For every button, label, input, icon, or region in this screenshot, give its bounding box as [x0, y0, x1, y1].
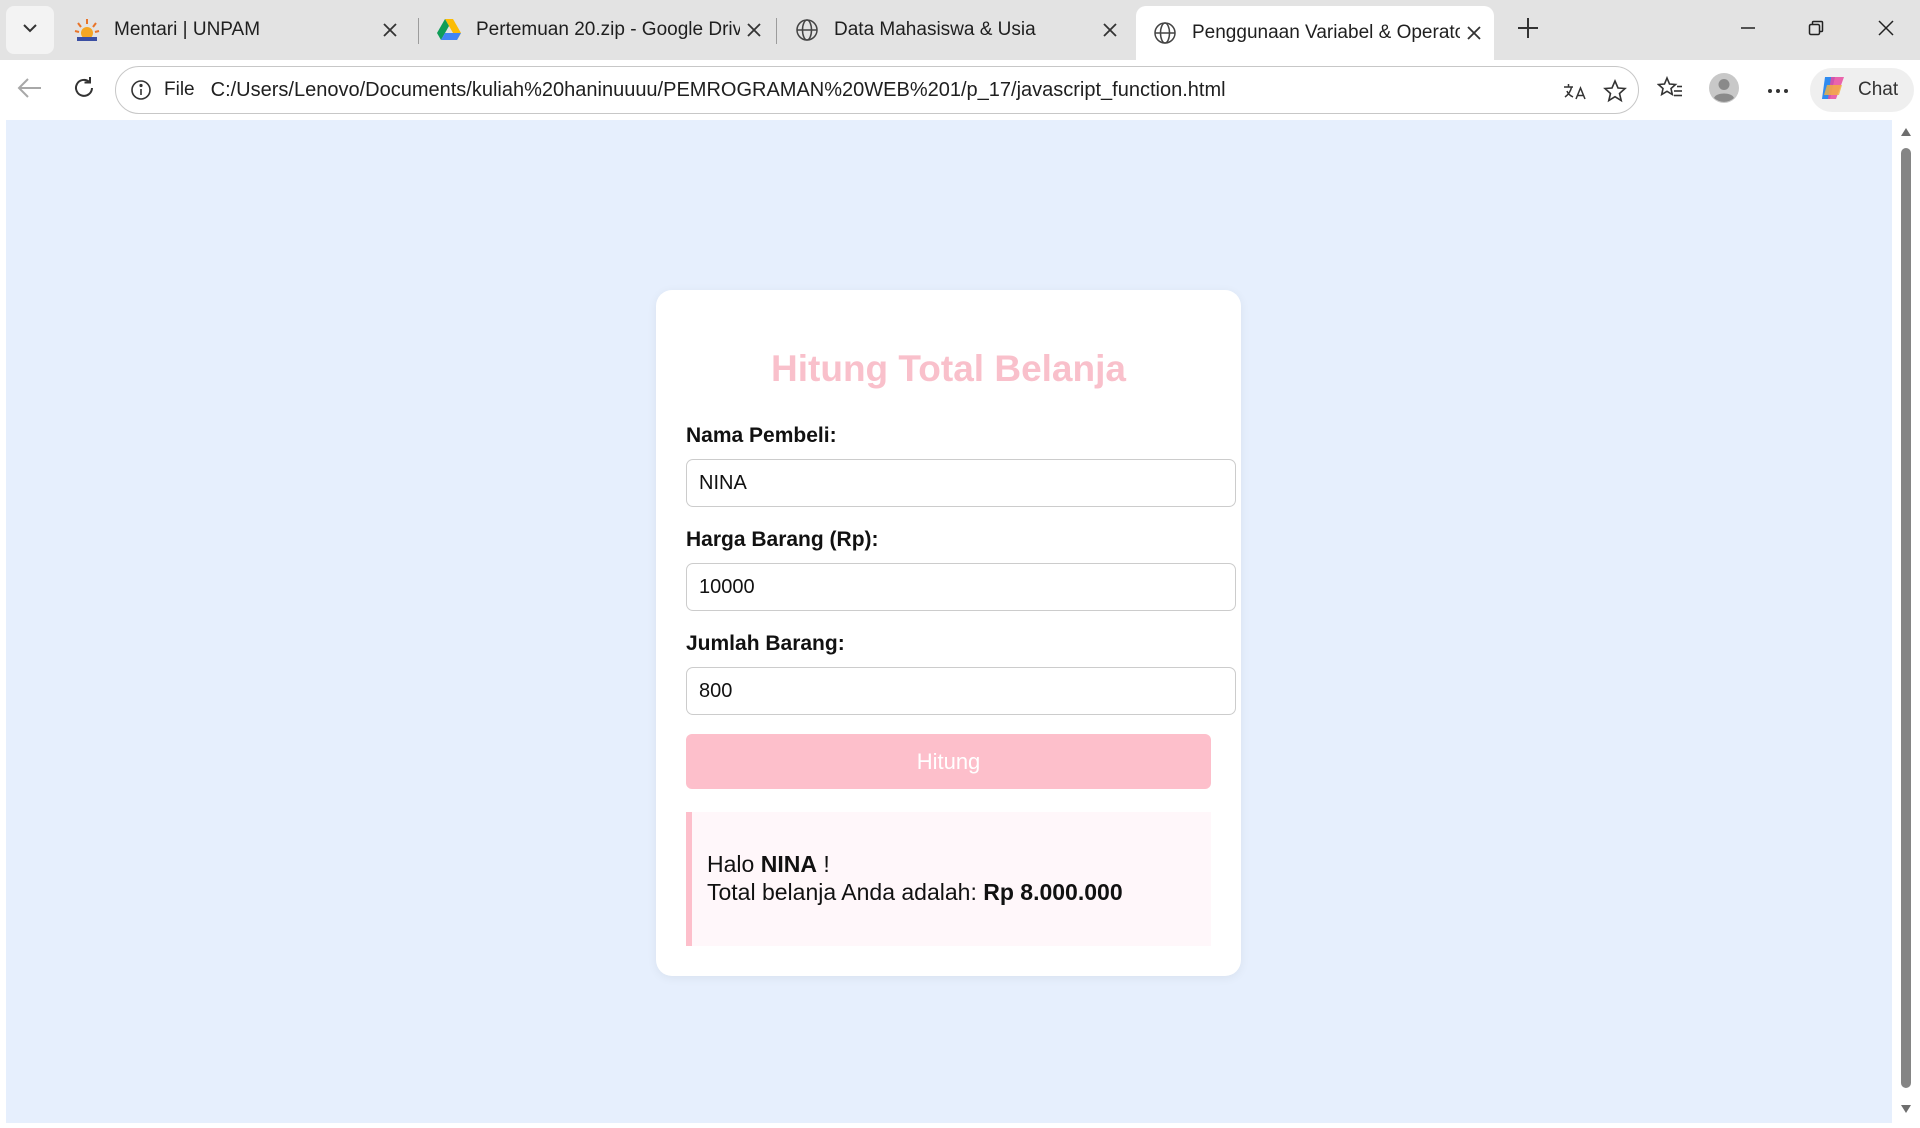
profile-button[interactable]: [1704, 70, 1744, 110]
globe-icon: [794, 17, 820, 43]
new-tab-button[interactable]: [1508, 10, 1548, 50]
calculator-card: Hitung Total Belanja Nama Pembeli: Harga…: [656, 290, 1241, 976]
tab-separator: [776, 18, 777, 44]
more-options-button[interactable]: [1758, 70, 1798, 110]
translate-icon[interactable]: [1560, 76, 1590, 106]
scrollbar-thumb[interactable]: [1901, 148, 1911, 1088]
avatar-icon: [1708, 72, 1740, 109]
scroll-down-arrow-icon[interactable]: [1900, 1103, 1912, 1115]
item-quantity-label: Jumlah Barang:: [686, 632, 845, 655]
plus-icon: [1517, 17, 1539, 44]
greeting-prefix: Halo: [707, 851, 755, 877]
google-drive-icon: [436, 17, 462, 43]
tab-title: Pertemuan 20.zip - Google Drive: [476, 19, 740, 40]
item-price-label: Harga Barang (Rp):: [686, 528, 879, 551]
tab-title: Penggunaan Variabel & Operator J: [1192, 22, 1460, 43]
buyer-name-label: Nama Pembeli:: [686, 424, 837, 447]
tab-data-mahasiswa[interactable]: Data Mahasiswa & Usia: [778, 6, 1130, 54]
buyer-name-result: NINA: [760, 851, 817, 877]
back-button[interactable]: [10, 70, 50, 110]
total-value: Rp 8.000.000: [983, 879, 1123, 905]
favorites-icon: [1656, 75, 1683, 105]
tab-google-drive[interactable]: Pertemuan 20.zip - Google Drive: [420, 6, 774, 54]
result-box: Halo NINA ! Total belanja Anda adalah: R…: [686, 812, 1211, 946]
tab-strip: Mentari | UNPAM Pertemuan 20.zip - Googl…: [0, 0, 1920, 60]
browser-toolbar: File C:/Users/Lenovo/Documents/kuliah%20…: [0, 60, 1920, 120]
chat-label: Chat: [1858, 79, 1899, 100]
copilot-chat-button[interactable]: Chat: [1810, 68, 1914, 112]
minimize-icon: [1740, 20, 1756, 41]
arrow-left-icon: [17, 77, 43, 104]
greeting-suffix: !: [816, 851, 830, 877]
item-quantity-input[interactable]: [686, 667, 1236, 715]
scroll-up-arrow-icon[interactable]: [1900, 126, 1912, 138]
tab-title: Data Mahasiswa & Usia: [834, 19, 1036, 40]
tab-actions-menu-button[interactable]: [6, 6, 54, 54]
tab-mentari-unpam[interactable]: Mentari | UNPAM: [58, 6, 410, 54]
reload-icon: [72, 76, 96, 105]
tab-penggunaan-variabel[interactable]: Penggunaan Variabel & Operator J: [1136, 6, 1494, 60]
calculate-button[interactable]: Hitung: [686, 734, 1211, 789]
item-price-input[interactable]: [686, 563, 1236, 611]
star-icon[interactable]: [1600, 76, 1630, 106]
page-title: Hitung Total Belanja: [771, 348, 1126, 389]
reload-button[interactable]: [64, 70, 104, 110]
restore-button[interactable]: [1792, 6, 1840, 54]
close-icon: [1878, 19, 1894, 41]
tab-separator: [418, 18, 419, 44]
tab-title: Mentari | UNPAM: [114, 19, 261, 40]
minimize-button[interactable]: [1724, 6, 1772, 54]
close-icon[interactable]: [740, 16, 768, 44]
chevron-down-icon: [20, 18, 40, 43]
close-icon[interactable]: [376, 16, 404, 44]
close-icon[interactable]: [1096, 16, 1124, 44]
restore-icon: [1808, 20, 1824, 41]
url-text[interactable]: C:/Users/Lenovo/Documents/kuliah%20hanin…: [211, 79, 1226, 102]
more-dots-icon: [1767, 81, 1789, 99]
copilot-icon: [1818, 73, 1848, 108]
vertical-scrollbar[interactable]: [1892, 120, 1920, 1123]
favorites-button[interactable]: [1650, 70, 1690, 110]
total-prefix: Total belanja Anda adalah:: [707, 879, 977, 905]
close-window-button[interactable]: [1862, 6, 1910, 54]
unpam-logo-icon: [74, 17, 100, 43]
buyer-name-input[interactable]: [686, 459, 1236, 507]
info-icon[interactable]: [128, 77, 154, 103]
globe-icon: [1152, 20, 1178, 46]
close-icon[interactable]: [1460, 19, 1488, 47]
scheme-label: File: [164, 79, 195, 100]
address-bar[interactable]: File C:/Users/Lenovo/Documents/kuliah%20…: [115, 66, 1639, 114]
